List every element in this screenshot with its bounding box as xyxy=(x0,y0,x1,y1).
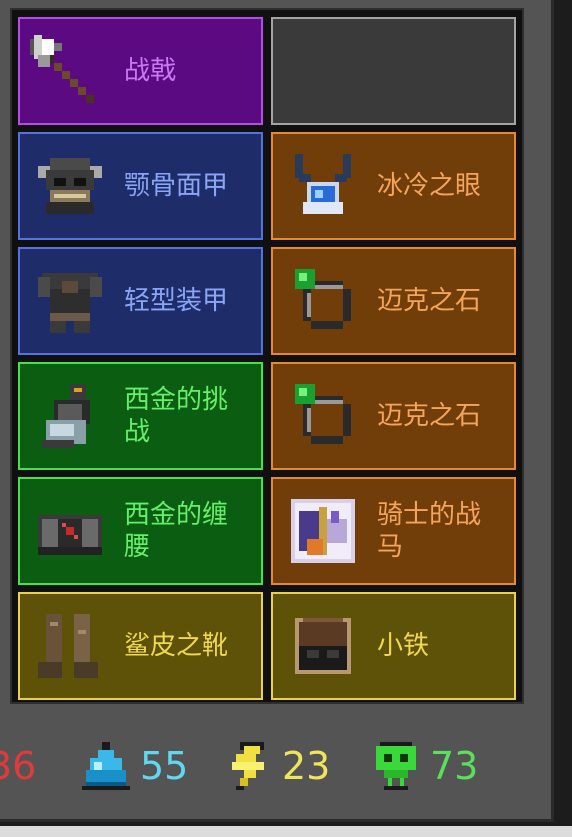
slot-knight-horse[interactable]: 骑士的战马 xyxy=(271,477,516,585)
emerald-ring-icon xyxy=(283,261,363,341)
boots-icon xyxy=(30,606,110,686)
skull-icon xyxy=(368,738,424,794)
slot-mike-stone-2[interactable]: 迈克之石 xyxy=(271,362,516,470)
mana-value: 55 xyxy=(140,744,189,788)
gauntlet-icon xyxy=(30,376,110,456)
inventory-panel: 战戟 颚骨面甲 冰冷之眼 轻型装甲 迈克之石 西金的挑战 迈克之石 西金的缠腰 … xyxy=(0,0,554,822)
light-armor-icon xyxy=(30,261,110,341)
slot-label: 骑士的战马 xyxy=(377,500,482,562)
slot-jaw-helmet[interactable]: 颚骨面甲 xyxy=(18,132,263,240)
slot-label: 西金的挑战 xyxy=(124,385,229,447)
slot-empty[interactable] xyxy=(271,17,516,125)
slot-label: 冰冷之眼 xyxy=(377,171,482,201)
slot-light-armor[interactable]: 轻型装甲 xyxy=(18,247,263,355)
bottom-strip xyxy=(0,826,572,837)
knight-horse-card-icon xyxy=(283,491,363,571)
lightning-icon xyxy=(220,738,276,794)
slot-mike-stone-1[interactable]: 迈克之石 xyxy=(271,247,516,355)
slot-label: 西金的缠腰 xyxy=(124,500,229,562)
emerald-ring-icon xyxy=(283,376,363,456)
slot-gauntlet[interactable]: 西金的挑战 xyxy=(18,362,263,470)
iron-helmet-icon xyxy=(283,606,363,686)
mana-stat: 55 xyxy=(78,728,188,804)
slot-belt[interactable]: 西金的缠腰 xyxy=(18,477,263,585)
health-value: 36 xyxy=(0,744,37,788)
slot-label: 鲨皮之靴 xyxy=(124,631,229,661)
equipment-grid: 战戟 颚骨面甲 冰冷之眼 轻型装甲 迈克之石 西金的挑战 迈克之石 西金的缠腰 … xyxy=(10,8,524,704)
slot-small-iron[interactable]: 小铁 xyxy=(271,592,516,700)
slot-label: 战戟 xyxy=(124,56,177,86)
slot-ice-eye[interactable]: 冰冷之眼 xyxy=(271,132,516,240)
slot-label: 颚骨面甲 xyxy=(124,171,229,201)
slot-halberd[interactable]: 战戟 xyxy=(18,17,263,125)
jaw-helmet-icon xyxy=(30,146,110,226)
slot-label: 轻型装甲 xyxy=(124,286,229,316)
luck-stat: 73 xyxy=(368,728,478,804)
health-stat: 36 xyxy=(0,728,36,804)
belt-icon xyxy=(30,491,110,571)
luck-value: 73 xyxy=(430,744,479,788)
energy-value: 23 xyxy=(282,744,331,788)
slot-label: 迈克之石 xyxy=(377,401,482,431)
ice-eye-amulet-icon xyxy=(283,146,363,226)
slot-label: 小铁 xyxy=(377,631,430,661)
halberd-icon xyxy=(30,31,110,111)
slot-sharkskin-boots[interactable]: 鲨皮之靴 xyxy=(18,592,263,700)
slot-label: 迈克之石 xyxy=(377,286,482,316)
water-drop-icon xyxy=(78,738,134,794)
energy-stat: 23 xyxy=(220,728,330,804)
stats-bar: 36 55 23 73 xyxy=(0,728,554,804)
